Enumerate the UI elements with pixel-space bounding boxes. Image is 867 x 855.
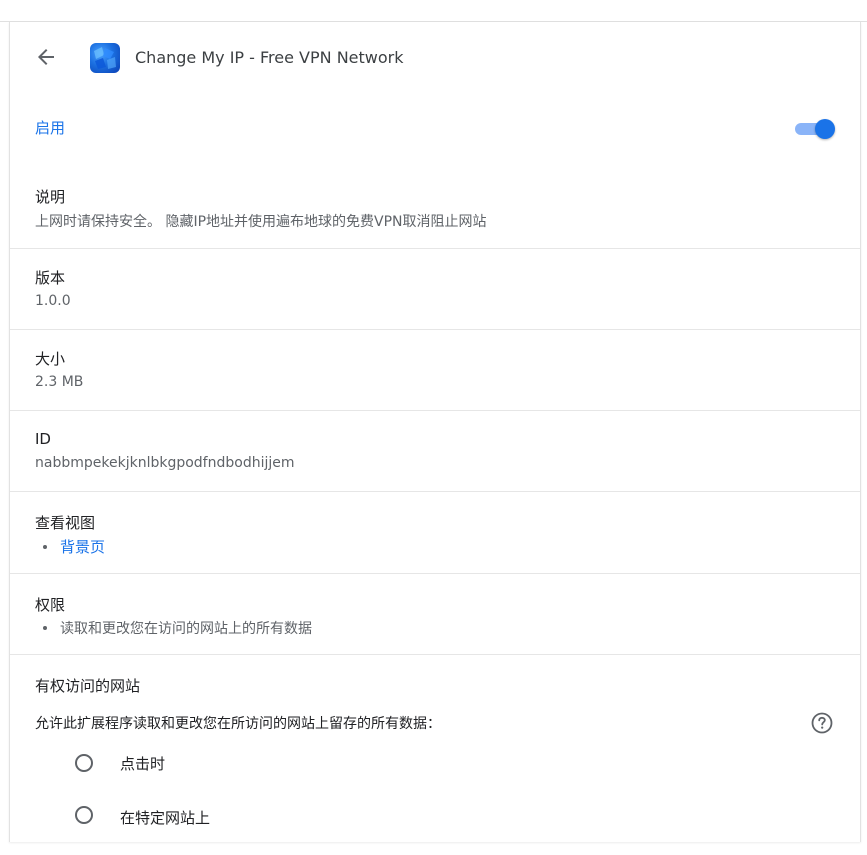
extension-details-card: Change My IP - Free VPN Network 启用 说明 上网… (9, 22, 861, 842)
extension-title: Change My IP - Free VPN Network (135, 48, 404, 67)
enable-toggle[interactable] (795, 119, 837, 139)
radio-specific-sites[interactable] (75, 806, 93, 824)
site-access-section: 有权访问的网站 允许此扩展程序读取和更改您在所访问的网站上留存的所有数据： 点击… (10, 654, 860, 855)
inspect-views-section: 查看视图 背景页 (10, 491, 860, 573)
help-circle-icon[interactable] (811, 712, 833, 734)
description-text: 上网时请保持安全。 隐藏IP地址并使用遍布地球的免费VPN取消阻止网站 (35, 214, 487, 230)
size-value: 2.3 MB (35, 374, 84, 390)
option-on-click-label[interactable]: 点击时 (120, 753, 165, 774)
description-title: 说明 (35, 188, 66, 206)
enable-label: 启用 (35, 119, 66, 137)
version-value: 1.0.0 (35, 293, 71, 309)
bullet-dot (43, 626, 47, 630)
version-section: 版本 1.0.0 (10, 248, 860, 329)
id-value: nabbmpekekjknlbkgpodfndbodhijjem (35, 455, 295, 471)
site-access-prompt: 允许此扩展程序读取和更改您在所访问的网站上留存的所有数据： (35, 716, 441, 732)
inspect-views-title: 查看视图 (35, 514, 96, 532)
size-title: 大小 (35, 350, 66, 368)
permission-item: 读取和更改您在访问的网站上的所有数据 (60, 621, 312, 637)
background-page-link[interactable]: 背景页 (60, 536, 105, 557)
radio-on-click[interactable] (75, 754, 93, 772)
option-specific-sites-label[interactable]: 在特定网站上 (120, 807, 210, 828)
id-section: ID nabbmpekekjknlbkgpodfndbodhijjem (10, 410, 860, 491)
details-header: Change My IP - Free VPN Network (10, 22, 860, 94)
version-title: 版本 (35, 269, 66, 287)
size-section: 大小 2.3 MB (10, 329, 860, 410)
id-title: ID (35, 430, 51, 448)
toggle-knob (815, 119, 835, 139)
permissions-title: 权限 (35, 596, 66, 614)
back-arrow-icon[interactable] (34, 45, 58, 69)
description-section: 说明 上网时请保持安全。 隐藏IP地址并使用遍布地球的免费VPN取消阻止网站 (10, 160, 860, 248)
vpn-logo-icon (90, 43, 120, 73)
site-access-title: 有权访问的网站 (35, 677, 141, 695)
bullet-dot (43, 545, 47, 549)
permissions-section: 权限 读取和更改您在访问的网站上的所有数据 (10, 573, 860, 654)
enable-row: 启用 (10, 94, 860, 160)
